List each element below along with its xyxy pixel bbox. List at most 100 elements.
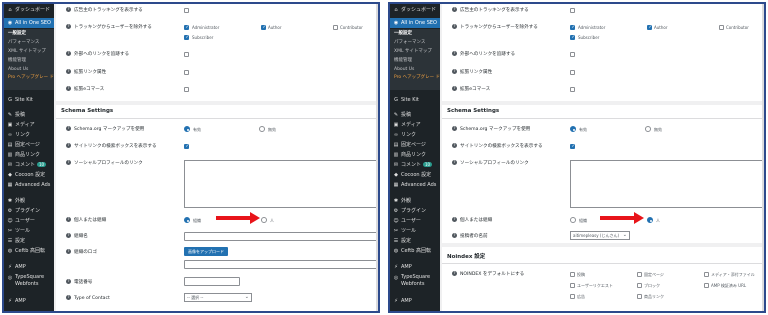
- help-icon[interactable]: ?: [452, 126, 457, 131]
- organization-logo-input[interactable]: [184, 260, 377, 269]
- help-icon[interactable]: ?: [452, 24, 457, 29]
- noindex-post-checkbox[interactable]: [570, 272, 575, 277]
- phone-number-input[interactable]: [184, 277, 240, 286]
- role-checkbox-contributor[interactable]: [719, 25, 724, 30]
- social-profile-links-textarea[interactable]: [570, 160, 763, 208]
- sidebar-item-users[interactable]: ☺ ユーザー: [4, 216, 54, 226]
- help-icon[interactable]: ?: [66, 249, 71, 254]
- sidebar-item-aioseo[interactable]: ◉ All in One SEO: [390, 18, 440, 28]
- noindex-page-checkbox[interactable]: [637, 272, 642, 277]
- person-radio[interactable]: [261, 217, 267, 223]
- sidebar-item-advanced-ads[interactable]: ▦ Advanced Ads: [390, 180, 440, 190]
- sidebar-item-dashboard[interactable]: ⌂ ダッシュボード: [390, 5, 440, 15]
- organization-radio[interactable]: [570, 217, 576, 223]
- help-icon[interactable]: ?: [66, 126, 71, 131]
- sidebar-item-cocoon[interactable]: ◆ Cocoon 設定: [4, 170, 54, 180]
- sidebar-sub-features[interactable]: 機能管理: [4, 56, 54, 65]
- enhanced-ecommerce-checkbox[interactable]: [184, 87, 189, 92]
- sidebar-item-settings[interactable]: ☰ 設定: [390, 236, 440, 246]
- help-icon[interactable]: ?: [452, 233, 457, 238]
- sidebar-item-pages[interactable]: ▤ 固定ページ: [4, 140, 54, 150]
- help-icon[interactable]: ?: [66, 160, 71, 165]
- scrollbar[interactable]: [376, 4, 378, 311]
- outbound-links-checkbox[interactable]: [570, 52, 575, 57]
- contact-type-select[interactable]: -- 選択 --: [184, 293, 252, 302]
- sidebar-item-product-links[interactable]: ▥ 商品リンク: [4, 150, 54, 160]
- sidebar-item-tools[interactable]: ✂ ツール: [390, 226, 440, 236]
- noindex-user-request-checkbox[interactable]: [570, 283, 575, 288]
- role-checkbox-author[interactable]: [647, 25, 652, 30]
- noindex-amp-url-checkbox[interactable]: [704, 283, 709, 288]
- sidebar-item-aioseo[interactable]: ◉ All in One SEO: [4, 18, 54, 28]
- sidebar-sub-features[interactable]: 機能管理: [390, 56, 440, 65]
- help-icon[interactable]: ?: [452, 143, 457, 148]
- advertiser-tracking-checkbox[interactable]: [184, 8, 189, 13]
- help-icon[interactable]: ?: [452, 7, 457, 12]
- help-icon[interactable]: ?: [66, 295, 71, 300]
- sidebar-item-dashboard[interactable]: ⌂ ダッシュボード: [4, 5, 54, 15]
- enhanced-link-attr-checkbox[interactable]: [570, 70, 575, 75]
- help-icon[interactable]: ?: [66, 279, 71, 284]
- help-icon[interactable]: ?: [452, 69, 457, 74]
- role-checkbox-subscriber[interactable]: [184, 35, 189, 40]
- sidebar-sub-about[interactable]: About Us: [4, 65, 54, 74]
- person-radio[interactable]: [647, 217, 653, 223]
- sidebar-item-sitekit[interactable]: G Site Kit: [390, 95, 440, 105]
- sidebar-item-comments[interactable]: ✉ コメント 10: [390, 160, 440, 170]
- sidebar-item-product-links[interactable]: ▥ 商品リンク: [390, 150, 440, 160]
- sidebar-item-amp[interactable]: ⚡ AMP: [390, 262, 440, 272]
- sidebar-item-media[interactable]: ▣ メディア: [390, 120, 440, 130]
- role-checkbox-administrator[interactable]: [184, 25, 189, 30]
- sidebar-item-media[interactable]: ▣ メディア: [4, 120, 54, 130]
- enhanced-ecommerce-checkbox[interactable]: [570, 87, 575, 92]
- sidebar-item-amp[interactable]: ⚡ AMP: [4, 262, 54, 272]
- help-icon[interactable]: ?: [66, 24, 71, 29]
- sidebar-item-appearance[interactable]: ✱ 外観: [390, 196, 440, 206]
- sidebar-sub-general[interactable]: 一般設定: [390, 29, 440, 38]
- schema-markup-on-radio[interactable]: [184, 126, 190, 132]
- sidebar-item-typesquare[interactable]: ◎ TypeSquare Webfonts: [4, 274, 54, 290]
- sidebar-item-sitekit[interactable]: G Site Kit: [4, 95, 54, 105]
- help-icon[interactable]: ?: [66, 143, 71, 148]
- sidebar-item-ceftb[interactable]: ◍ Ceftb 高回転: [390, 246, 440, 256]
- sidebar-sub-performance[interactable]: パフォーマンス: [390, 38, 440, 47]
- sidebar-item-plugins[interactable]: ⚙ プラグイン: [390, 206, 440, 216]
- help-icon[interactable]: ?: [66, 233, 71, 238]
- role-checkbox-contributor[interactable]: [333, 25, 338, 30]
- sidebar-item-advanced-ads[interactable]: ▦ Advanced Ads: [4, 180, 54, 190]
- sidebar-item-plugins[interactable]: ⚙ プラグイン: [4, 206, 54, 216]
- help-icon[interactable]: ?: [452, 160, 457, 165]
- sidebar-sub-sitemap[interactable]: XML サイトマップ: [390, 47, 440, 56]
- sidebar-item-ceftb[interactable]: ◍ Ceftb 高回転: [4, 246, 54, 256]
- sidebar-item-comments[interactable]: ✉ コメント 10: [4, 160, 54, 170]
- schema-markup-off-radio[interactable]: [645, 126, 651, 132]
- sidebar-item-pages[interactable]: ▤ 固定ページ: [390, 140, 440, 150]
- sidebar-item-typesquare[interactable]: ◎ TypeSquare Webfonts: [390, 274, 440, 290]
- scrollbar[interactable]: [762, 4, 764, 311]
- help-icon[interactable]: ?: [452, 271, 457, 276]
- role-checkbox-author[interactable]: [261, 25, 266, 30]
- enhanced-link-attr-checkbox[interactable]: [184, 70, 189, 75]
- sidebar-item-cocoon[interactable]: ◆ Cocoon 設定: [390, 170, 440, 180]
- sidebar-item-tools[interactable]: ✂ ツール: [4, 226, 54, 236]
- sidebar-item-posts[interactable]: ✎ 投稿: [4, 110, 54, 120]
- organization-name-input[interactable]: [184, 232, 377, 241]
- sidebar-item-links[interactable]: ∞ リンク: [390, 130, 440, 140]
- help-icon[interactable]: ?: [452, 51, 457, 56]
- advertiser-tracking-checkbox[interactable]: [570, 8, 575, 13]
- organization-radio[interactable]: [184, 217, 190, 223]
- sidebar-sub-upgrade[interactable]: Pro へアップグレー ド: [390, 74, 440, 90]
- sitelinks-searchbox-checkbox[interactable]: [570, 144, 575, 149]
- help-icon[interactable]: ?: [452, 217, 457, 222]
- schema-markup-on-radio[interactable]: [570, 126, 576, 132]
- sidebar-item-appearance[interactable]: ✱ 外観: [4, 196, 54, 206]
- noindex-block-checkbox[interactable]: [637, 283, 642, 288]
- schema-markup-off-radio[interactable]: [259, 126, 265, 132]
- sidebar-sub-upgrade[interactable]: Pro へアップグレー ド: [4, 74, 54, 90]
- sitelinks-searchbox-checkbox[interactable]: [184, 144, 189, 149]
- sidebar-item-amp-2[interactable]: ⚡ AMP: [390, 296, 440, 306]
- help-icon[interactable]: ?: [452, 86, 457, 91]
- noindex-ads-checkbox[interactable]: [570, 294, 575, 299]
- help-icon[interactable]: ?: [66, 217, 71, 222]
- upload-image-button[interactable]: 画像をアップロード: [184, 247, 228, 256]
